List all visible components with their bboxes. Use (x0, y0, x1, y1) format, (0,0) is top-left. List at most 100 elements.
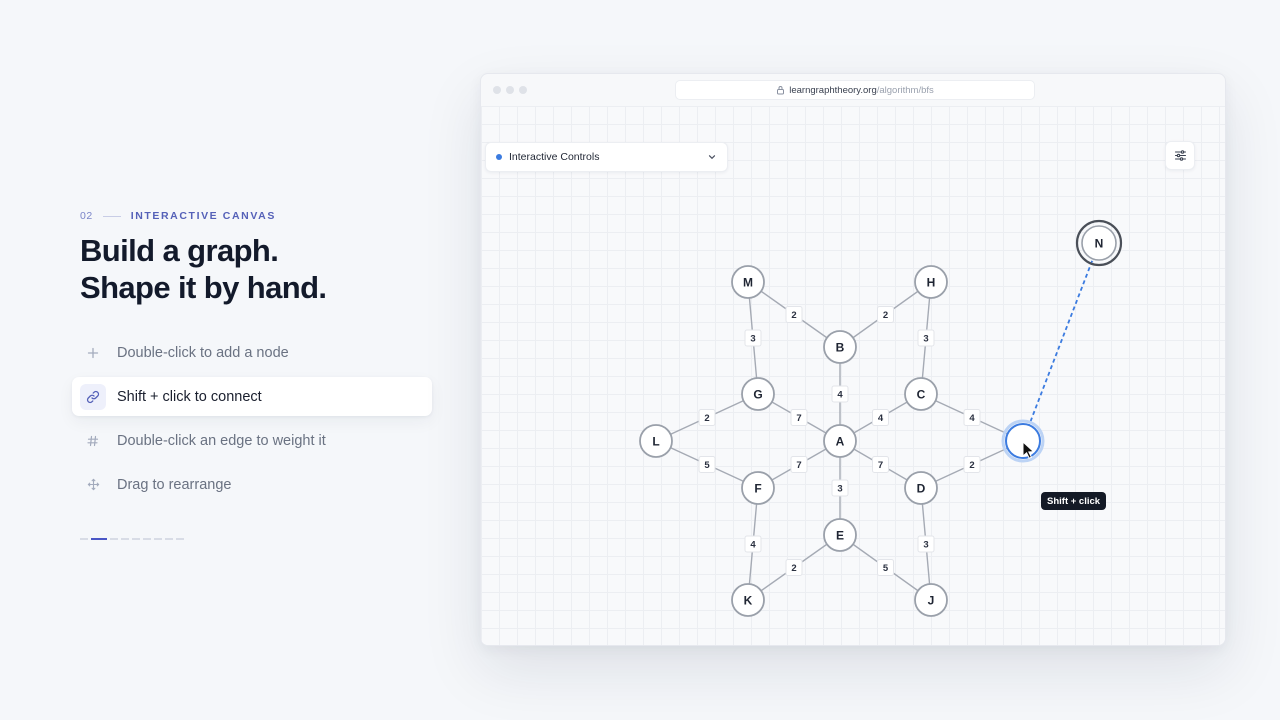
feature-label: Double-click an edge to weight it (117, 432, 326, 449)
window-controls (493, 86, 527, 94)
node-label: A (836, 434, 845, 448)
edge-weight-G-A[interactable]: 7 (790, 409, 808, 426)
chevron-down-icon (708, 155, 716, 160)
edge-weight-label: 7 (878, 460, 883, 471)
edge-weight-C-A[interactable]: 4 (872, 409, 889, 426)
edge-weight-label: 3 (750, 334, 755, 345)
shift-click-tooltip: Shift + click (1041, 492, 1107, 510)
feature-label: Shift + click to connect (117, 388, 262, 405)
graph-node-K[interactable]: K (731, 583, 765, 617)
graph-node-A[interactable]: A (823, 424, 857, 458)
section-eyebrow: 02 INTERACTIVE CANVAS (80, 210, 276, 222)
graph-node-M[interactable]: M (731, 265, 765, 299)
node-label: D (917, 481, 926, 495)
graph-node-C[interactable]: C (904, 377, 938, 411)
edge-weight-A-E[interactable]: 3 (831, 479, 849, 497)
url-domain: learngraphtheory.org (789, 84, 877, 96)
graph-node-E[interactable]: E (823, 518, 857, 552)
graph-node-G[interactable]: G (741, 377, 775, 411)
edge-weight-label: 3 (923, 334, 928, 345)
status-dot (496, 154, 502, 160)
progress-segment (165, 538, 173, 540)
progress-segment-active (91, 538, 107, 540)
edge-weight-label: 2 (883, 310, 888, 321)
feature-weight-edge[interactable]: Double-click an edge to weight it (72, 421, 432, 460)
node-label: L (652, 434, 659, 448)
edge-weight-C-I[interactable]: 4 (963, 409, 981, 426)
edge-weight-G-L[interactable]: 2 (698, 409, 716, 426)
edge-weight-label: 5 (883, 563, 889, 574)
interactive-controls-dropdown[interactable]: Interactive Controls (485, 142, 728, 172)
window-maximize-dot[interactable] (519, 86, 527, 94)
lock-icon (777, 86, 785, 95)
plus-icon (80, 340, 106, 366)
feature-rearrange[interactable]: Drag to rearrange (72, 465, 432, 504)
settings-button[interactable] (1165, 141, 1195, 170)
node-label: N (1095, 236, 1104, 250)
edge-weight-E-J[interactable]: 5 (877, 559, 894, 576)
edge-weight-label: 2 (704, 413, 709, 424)
graph-node-B[interactable]: B (823, 330, 857, 364)
edge-weight-label: 4 (837, 390, 843, 401)
graph-canvas[interactable]: 2 3 2 3 4 7 2 4 4 5 7 7 3 2 3 4 2 5 M H B G C L A F D E K J N Interact… (481, 106, 1226, 646)
url-path: /algorithm/bfs (876, 84, 934, 96)
edge-weight-label: 2 (791, 310, 796, 321)
edge-weight-label: 4 (750, 540, 756, 551)
progress-segment (176, 538, 184, 540)
feature-label: Double-click to add a node (117, 344, 289, 361)
edge-weight-label: 7 (796, 413, 801, 424)
edge-weight-M-B[interactable]: 2 (785, 306, 803, 323)
move-icon (80, 472, 106, 498)
node-label: C (917, 387, 926, 401)
headline-line-1: Build a graph. (80, 233, 279, 268)
graph-node-H[interactable]: H (914, 265, 948, 299)
progress-segment (110, 538, 118, 540)
progress-segment (80, 538, 88, 540)
edge-weight-label: 3 (837, 484, 842, 495)
window-close-dot[interactable] (493, 86, 501, 94)
section-number: 02 (80, 210, 93, 222)
edge-weight-label: 4 (969, 413, 975, 424)
edge-weight-E-K[interactable]: 2 (785, 559, 803, 576)
edge-weight-label: 5 (704, 460, 710, 471)
hash-icon (80, 428, 106, 454)
feature-add-node[interactable]: Double-click to add a node (72, 333, 432, 372)
edge-weight-D-I[interactable]: 2 (963, 456, 981, 473)
headline-line-2: Shape it by hand. (80, 270, 327, 305)
edge-weight-label: 4 (878, 413, 884, 424)
browser-titlebar: learngraphtheory.org/algorithm/bfs (481, 74, 1225, 106)
step-progress (80, 538, 187, 540)
edge-weight-F-K[interactable]: 4 (744, 535, 762, 553)
edge-weight-A-F[interactable]: 7 (790, 456, 808, 473)
page-headline: Build a graph. Shape it by hand. (80, 232, 327, 306)
graph-node-N[interactable]: N (1075, 219, 1123, 267)
feature-connect[interactable]: Shift + click to connect (72, 377, 432, 416)
address-bar[interactable]: learngraphtheory.org/algorithm/bfs (675, 80, 1035, 100)
graph-node-D[interactable]: D (904, 471, 938, 505)
edge-weight-D-J[interactable]: 3 (917, 535, 935, 553)
edge-weight-B-A[interactable]: 4 (831, 385, 849, 403)
graph-node-F[interactable]: F (741, 471, 775, 505)
pending-connection-line (1022, 242, 1100, 442)
edge-weight-L-F[interactable]: 5 (698, 456, 716, 473)
progress-segment (121, 538, 129, 540)
node-label: F (754, 481, 761, 495)
edge-weight-M-G[interactable]: 3 (744, 329, 762, 347)
edge-weight-H-C[interactable]: 3 (917, 329, 935, 347)
node-label: K (744, 593, 753, 607)
edge-weight-A-D[interactable]: 7 (872, 456, 889, 473)
edge-weight-H-B[interactable]: 2 (877, 306, 894, 323)
sliders-icon (1174, 150, 1186, 161)
edge-weight-label: 2 (969, 460, 974, 471)
link-icon (80, 383, 106, 410)
section-label: INTERACTIVE CANVAS (130, 210, 276, 222)
feature-label: Drag to rearrange (117, 476, 232, 493)
node-label: G (753, 387, 762, 401)
graph-svg[interactable]: 2 3 2 3 4 7 2 4 4 5 7 7 3 2 3 4 2 5 M H B G C L A F D E K J N (481, 106, 1226, 646)
progress-segment (132, 538, 140, 540)
graph-node-L[interactable]: L (639, 424, 673, 458)
edge-weight-label: 7 (796, 460, 801, 471)
window-minimize-dot[interactable] (506, 86, 514, 94)
node-label: E (836, 528, 844, 542)
graph-node-J[interactable]: J (914, 583, 948, 617)
